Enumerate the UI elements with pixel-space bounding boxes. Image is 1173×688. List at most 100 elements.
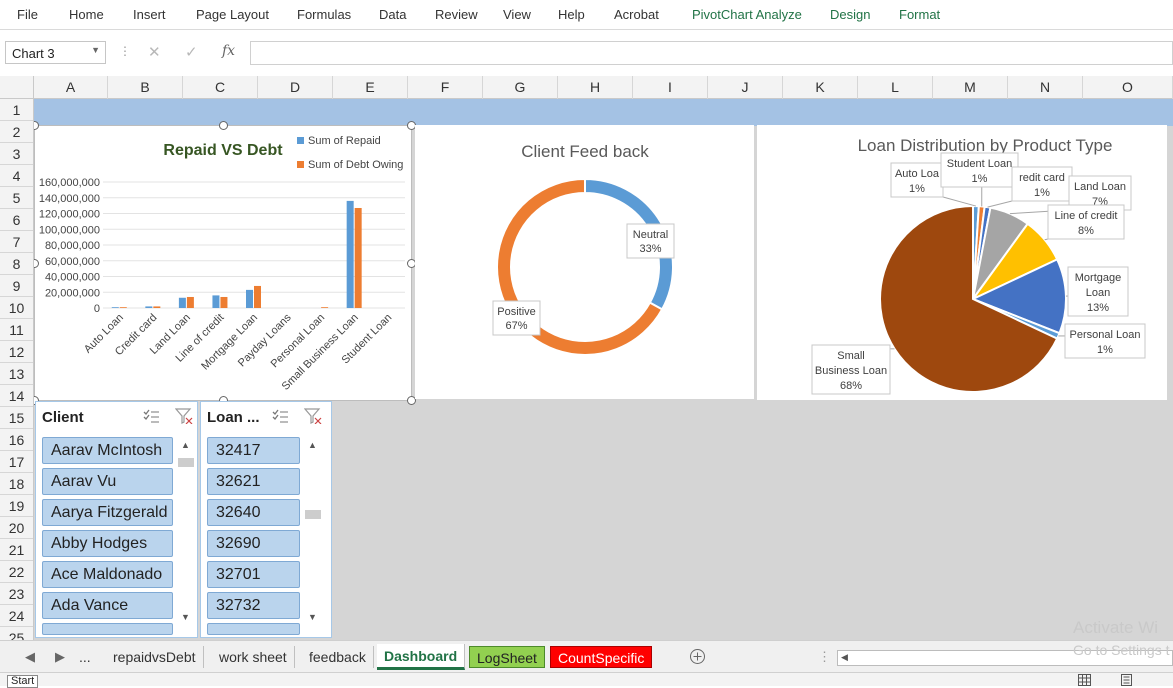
- bar-debt[interactable]: [220, 297, 227, 308]
- select-all-corner[interactable]: [0, 76, 34, 99]
- slicer-item-partial[interactable]: [42, 623, 173, 635]
- clear-filter-icon[interactable]: [175, 408, 193, 424]
- scroll-up-icon[interactable]: ▲: [308, 440, 317, 450]
- row-header[interactable]: 14: [0, 385, 33, 407]
- slicer-scrollbar[interactable]: ▲ ▼: [305, 436, 321, 624]
- name-box[interactable]: Chart 3 ▼: [5, 41, 106, 64]
- page-layout-view-icon[interactable]: [1120, 674, 1133, 686]
- column-header[interactable]: O: [1083, 76, 1173, 99]
- row-header[interactable]: 12: [0, 341, 33, 363]
- column-header[interactable]: K: [783, 76, 858, 99]
- tab-file[interactable]: File: [17, 7, 38, 22]
- column-header[interactable]: B: [108, 76, 183, 99]
- scroll-down-icon[interactable]: ▼: [308, 612, 317, 622]
- cancel-icon[interactable]: ✕: [148, 43, 161, 61]
- column-header[interactable]: J: [708, 76, 783, 99]
- row-header[interactable]: 19: [0, 495, 33, 517]
- tab-view[interactable]: View: [503, 7, 531, 22]
- slicer-item[interactable]: Aarav Vu: [42, 468, 173, 495]
- sheet-tab-logsheet[interactable]: LogSheet: [469, 646, 545, 668]
- formula-input[interactable]: [250, 41, 1173, 65]
- column-header[interactable]: E: [333, 76, 408, 99]
- row-header[interactable]: 15: [0, 407, 33, 429]
- normal-view-icon[interactable]: [1078, 674, 1091, 686]
- clear-filter-icon[interactable]: [304, 408, 322, 424]
- column-header[interactable]: D: [258, 76, 333, 99]
- row-header[interactable]: 13: [0, 363, 33, 385]
- slicer-item[interactable]: Ace Maldonado: [42, 561, 173, 588]
- column-header[interactable]: F: [408, 76, 483, 99]
- bar-debt[interactable]: [355, 208, 362, 308]
- column-header[interactable]: L: [858, 76, 933, 99]
- slicer-scrollbar[interactable]: ▲ ▼: [178, 436, 194, 624]
- slicer-item[interactable]: 32640: [207, 499, 300, 526]
- bar-repaid[interactable]: [246, 290, 253, 308]
- slicer-item[interactable]: 32732: [207, 592, 300, 619]
- bar-debt[interactable]: [321, 307, 328, 308]
- tab-formulas[interactable]: Formulas: [297, 7, 351, 22]
- sheet-tab-work-sheet[interactable]: work sheet: [212, 646, 295, 668]
- bar-debt[interactable]: [187, 297, 194, 308]
- tab-page-layout[interactable]: Page Layout: [196, 7, 269, 22]
- row-header[interactable]: 7: [0, 231, 33, 253]
- column-header[interactable]: C: [183, 76, 258, 99]
- bar-debt[interactable]: [254, 286, 261, 308]
- scroll-up-icon[interactable]: ▲: [181, 440, 190, 450]
- row-header[interactable]: 21: [0, 539, 33, 561]
- tab-help[interactable]: Help: [558, 7, 585, 22]
- slicer-item[interactable]: Aarav McIntosh: [42, 437, 173, 464]
- tab-scroll-right-icon[interactable]: ▶: [55, 649, 65, 665]
- row-header[interactable]: 24: [0, 605, 33, 627]
- tab-design[interactable]: Design: [830, 7, 870, 22]
- row-header[interactable]: 20: [0, 517, 33, 539]
- slicer-item[interactable]: 32621: [207, 468, 300, 495]
- chart-client-feedback[interactable]: Client Feed back Neutral33%Positive67%: [415, 125, 754, 399]
- add-sheet-icon[interactable]: [689, 648, 706, 665]
- column-header[interactable]: A: [34, 76, 108, 99]
- scroll-down-icon[interactable]: ▼: [181, 612, 190, 622]
- row-header[interactable]: 23: [0, 583, 33, 605]
- bar-debt[interactable]: [120, 307, 127, 308]
- slicer-item[interactable]: Ada Vance: [42, 592, 173, 619]
- row-header[interactable]: 17: [0, 451, 33, 473]
- bar-repaid[interactable]: [212, 295, 219, 308]
- tab-data[interactable]: Data: [379, 7, 406, 22]
- sheet-tab-dashboard[interactable]: Dashboard: [377, 644, 465, 670]
- row-header[interactable]: 8: [0, 253, 33, 275]
- row-header[interactable]: 6: [0, 209, 33, 231]
- scroll-left-icon[interactable]: ◀: [841, 652, 848, 663]
- tab-review[interactable]: Review: [435, 7, 478, 22]
- enter-icon[interactable]: ✓: [185, 43, 198, 61]
- chart-loan-distribution[interactable]: Loan Distribution by Product Type Auto L…: [757, 125, 1167, 400]
- slicer-item[interactable]: 32417: [207, 437, 300, 464]
- tab-format[interactable]: Format: [899, 7, 940, 22]
- scroll-thumb[interactable]: [305, 510, 321, 519]
- slicer-client[interactable]: Client Aarav McIntosh Aarav Vu Aarya Fit…: [35, 401, 198, 638]
- row-header[interactable]: 10: [0, 297, 33, 319]
- column-header[interactable]: I: [633, 76, 708, 99]
- row-header[interactable]: 11: [0, 319, 33, 341]
- resize-handle[interactable]: [219, 121, 228, 130]
- column-header[interactable]: H: [558, 76, 633, 99]
- bar-repaid[interactable]: [112, 307, 119, 308]
- row-header[interactable]: 9: [0, 275, 33, 297]
- column-header[interactable]: N: [1008, 76, 1083, 99]
- sheet-tab-repaidvsdebt[interactable]: repaidvsDebt: [106, 646, 204, 668]
- tab-pivotchart-analyze[interactable]: PivotChart Analyze: [692, 7, 802, 22]
- row-header[interactable]: 16: [0, 429, 33, 451]
- chart-repaid-vs-debt[interactable]: Repaid VS Debt Sum of Repaid Sum of Debt…: [34, 125, 412, 401]
- multi-select-icon[interactable]: [142, 408, 160, 424]
- row-header[interactable]: 22: [0, 561, 33, 583]
- tab-home[interactable]: Home: [69, 7, 104, 22]
- row-header[interactable]: 3: [0, 143, 33, 165]
- sheet-tab-feedback[interactable]: feedback: [302, 646, 374, 668]
- chevron-down-icon[interactable]: ▼: [91, 45, 100, 55]
- slicer-item[interactable]: 32701: [207, 561, 300, 588]
- slicer-item[interactable]: Aarya Fitzgerald: [42, 499, 173, 526]
- row-header[interactable]: 25: [0, 627, 33, 640]
- slicer-item[interactable]: Abby Hodges: [42, 530, 173, 557]
- bar-repaid[interactable]: [347, 201, 354, 308]
- row-header[interactable]: 2: [0, 121, 33, 143]
- bar-repaid[interactable]: [145, 306, 152, 308]
- sheet-tab-countspecific[interactable]: CountSpecific: [550, 646, 652, 668]
